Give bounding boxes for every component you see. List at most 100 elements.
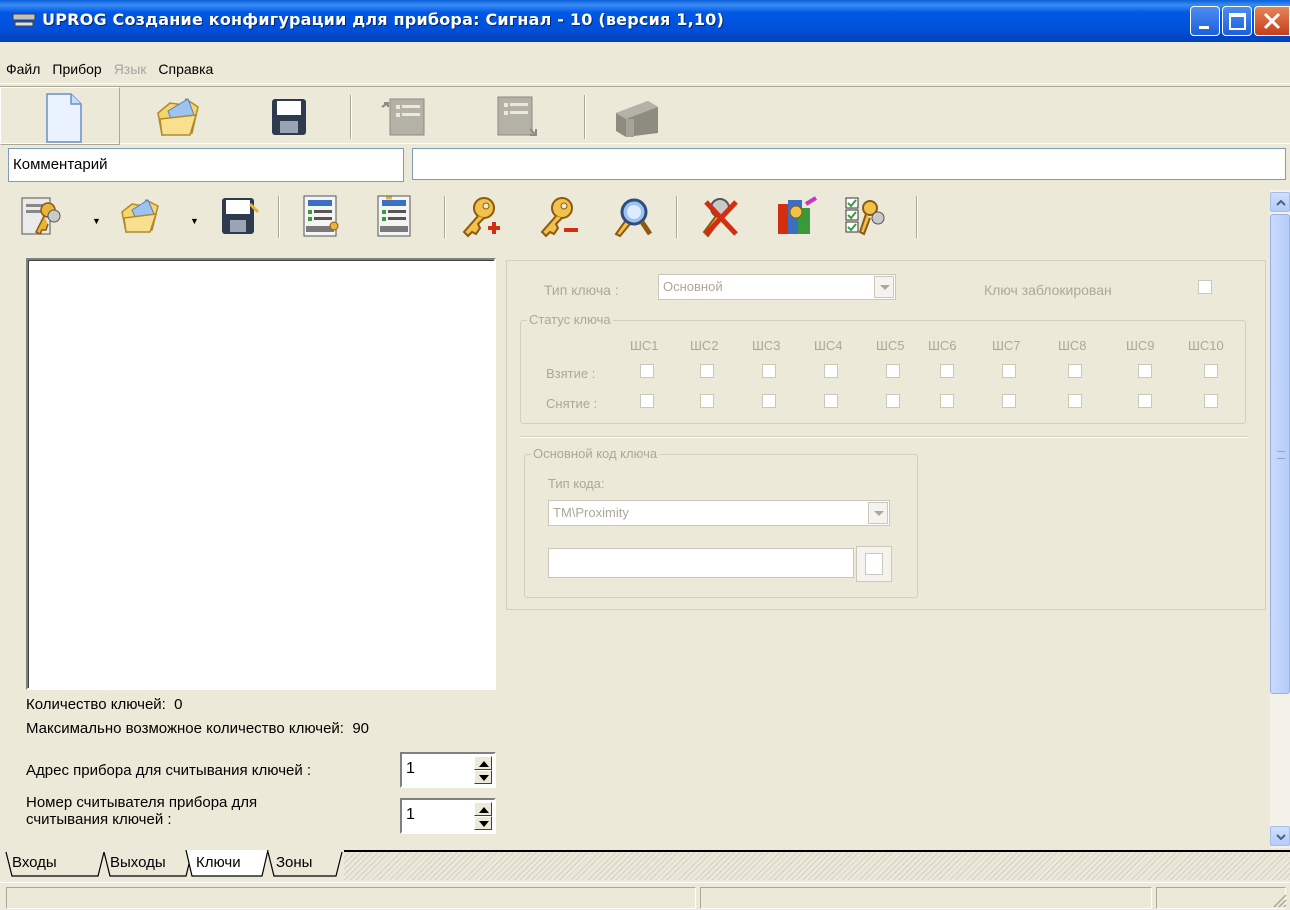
find-key-icon <box>614 198 653 238</box>
key-list[interactable] <box>26 258 496 690</box>
menu-device[interactable]: Прибор <box>46 56 107 82</box>
maximize-button[interactable] <box>1222 6 1252 36</box>
reader-down-button[interactable] <box>474 816 492 830</box>
zone-label-5: ШС5 <box>876 338 905 353</box>
reader-up-button[interactable] <box>474 802 492 816</box>
key-type-label: Тип ключа : <box>544 282 619 298</box>
status-pane-3 <box>1156 887 1286 909</box>
arm-checkbox-zone-6 <box>940 364 954 378</box>
resize-grip-icon[interactable] <box>1272 893 1288 909</box>
key-checklist-button[interactable] <box>842 194 886 238</box>
zone-label-8: ШС8 <box>1058 338 1087 353</box>
address-up-button[interactable] <box>474 756 492 770</box>
scroll-down-button[interactable] <box>1270 826 1290 846</box>
reader-label-line1: Номер считывателя прибора для <box>26 794 258 811</box>
menu-bar: Файл Прибор Язык Справка <box>0 56 219 82</box>
read-config-icon <box>381 98 425 136</box>
address-down-button[interactable] <box>474 770 492 784</box>
main-key-code-title: Основной код ключа <box>531 446 660 461</box>
menu-file[interactable]: Файл <box>0 56 46 82</box>
tab-outputs[interactable]: Выходы <box>110 854 166 871</box>
write-keys-button[interactable] <box>372 194 416 238</box>
reader-label: Номер считывателя прибора для считывания… <box>26 794 257 828</box>
tab-inputs[interactable]: Входы <box>12 854 57 871</box>
open-config-button[interactable] <box>152 93 204 141</box>
key-status-title: Статус ключа <box>527 312 613 327</box>
new-config-button[interactable] <box>0 87 120 145</box>
zone-label-7: ШС7 <box>992 338 1021 353</box>
open-keys-button[interactable] <box>118 194 162 238</box>
read-config-button <box>378 93 430 141</box>
add-key-button[interactable] <box>458 194 502 238</box>
triangle-down-icon <box>479 775 489 781</box>
reader-label-line2: считывания ключей : <box>26 811 172 828</box>
scroll-thumb[interactable] <box>1270 214 1290 694</box>
zone-label-4: ШС4 <box>814 338 843 353</box>
open-folder-icon <box>157 97 199 136</box>
zone-label-6: ШС6 <box>928 338 957 353</box>
menu-help[interactable]: Справка <box>152 56 219 82</box>
write-keys-icon <box>377 195 411 237</box>
key-type-value: Основной <box>663 279 723 294</box>
address-label: Адрес прибора для считывания ключей : <box>26 762 312 779</box>
key-properties-button[interactable] <box>774 194 818 238</box>
close-button[interactable] <box>1254 6 1290 36</box>
minimize-icon <box>1199 26 1209 29</box>
read-keys-icon <box>303 195 339 237</box>
code-type-value: TM\Proximity <box>553 505 629 520</box>
status-bar <box>0 882 1290 910</box>
tab-zones[interactable]: Зоны <box>276 854 312 871</box>
open-keys-dropdown[interactable]: ▼ <box>190 216 199 226</box>
max-keys-label: Максимально возможное количество ключей: <box>26 720 344 737</box>
key-blocked-checkbox <box>1198 280 1212 294</box>
disarm-checkbox-zone-7 <box>1002 394 1016 408</box>
chevron-down-icon <box>874 511 884 516</box>
scroll-up-button[interactable] <box>1270 192 1290 212</box>
arm-checkbox-zone-1 <box>640 364 654 378</box>
remove-key-button[interactable] <box>536 194 580 238</box>
disarm-checkbox-zone-1 <box>640 394 654 408</box>
triangle-down-icon <box>479 821 489 827</box>
vertical-scrollbar[interactable] <box>1270 190 1290 848</box>
key-code-input <box>548 548 854 578</box>
max-keys-value: 90 <box>352 720 369 737</box>
chevron-down-icon <box>1276 834 1286 841</box>
keys-file-dropdown[interactable]: ▼ <box>92 216 101 226</box>
reader-stepper[interactable]: 1 <box>400 798 496 834</box>
zone-label-1: ШС1 <box>630 338 659 353</box>
device-button <box>608 93 660 141</box>
write-config-icon <box>497 96 537 136</box>
zone-label-9: ШС9 <box>1126 338 1155 353</box>
delete-keys-icon <box>702 198 738 238</box>
arm-label: Взятие : <box>546 366 596 381</box>
add-key-icon <box>462 197 500 238</box>
arm-checkbox-zone-9 <box>1138 364 1152 378</box>
remove-key-icon <box>540 197 578 238</box>
disarm-checkbox-zone-10 <box>1204 394 1218 408</box>
max-keys: Максимально возможное количество ключей:… <box>26 720 369 737</box>
key-type-select: Основной <box>658 274 896 300</box>
close-icon <box>1263 12 1281 30</box>
divider <box>520 436 1248 438</box>
zone-label-10: ШС10 <box>1188 338 1224 353</box>
code-type-select: TM\Proximity <box>548 500 890 526</box>
save-disk-icon <box>222 198 260 234</box>
delete-keys-button[interactable] <box>698 194 742 238</box>
keys-file-icon <box>21 197 61 236</box>
zone-label-2: ШС2 <box>690 338 719 353</box>
keys-file-button[interactable] <box>18 194 62 238</box>
comment-input[interactable] <box>412 148 1286 180</box>
open-folder-icon <box>121 198 159 233</box>
reader-value[interactable]: 1 <box>406 806 415 824</box>
save-keys-button[interactable] <box>216 194 260 238</box>
find-key-button[interactable] <box>610 194 654 238</box>
key-count-value: 0 <box>174 696 183 713</box>
address-stepper[interactable]: 1 <box>400 752 496 788</box>
minimize-button[interactable] <box>1190 6 1220 36</box>
tab-keys[interactable]: Ключи <box>196 854 241 871</box>
address-value[interactable]: 1 <box>406 760 415 778</box>
read-keys-button[interactable] <box>298 194 342 238</box>
save-config-button[interactable] <box>262 93 314 141</box>
title-bar: UPROG Создание конфигурации для прибора:… <box>0 0 1290 42</box>
disarm-checkbox-zone-2 <box>700 394 714 408</box>
